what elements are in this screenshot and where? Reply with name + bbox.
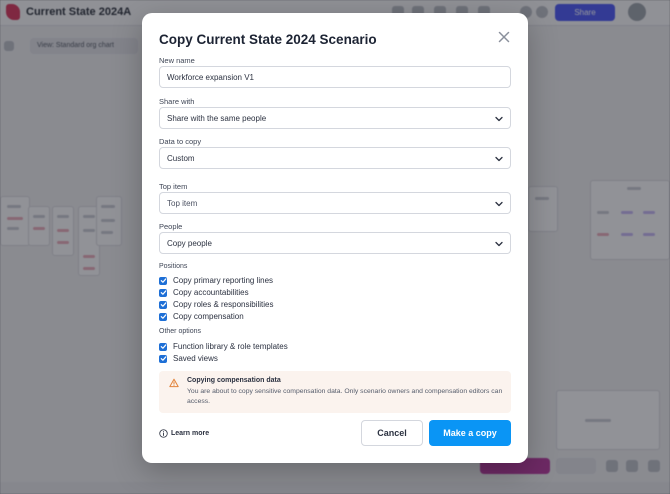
top-item-placeholder: Top item xyxy=(167,199,198,208)
learn-more-label: Learn more xyxy=(171,429,210,437)
new-name-input[interactable] xyxy=(160,67,510,87)
dialog-title: Copy Current State 2024 Scenario xyxy=(159,32,377,47)
chevron-down-icon xyxy=(494,154,504,164)
check-icon xyxy=(160,290,166,295)
copy-primary-reporting-lines-option[interactable]: Copy primary reporting lines xyxy=(159,275,273,286)
checkbox-checked[interactable] xyxy=(159,300,167,309)
top-item-select[interactable]: Top item xyxy=(159,192,511,214)
check-icon xyxy=(160,314,166,319)
share-with-select[interactable]: Share with the same people xyxy=(159,107,511,129)
people-value: Copy people xyxy=(167,239,212,248)
copy-roles-responsibilities-option[interactable]: Copy roles & responsibilities xyxy=(159,299,274,310)
new-name-field[interactable] xyxy=(159,66,511,88)
data-to-copy-select[interactable]: Custom xyxy=(159,147,511,169)
check-icon xyxy=(160,356,166,361)
check-icon xyxy=(160,344,166,349)
new-name-label: New name xyxy=(159,56,195,65)
info-circle-icon xyxy=(159,428,168,438)
other-options-label: Other options xyxy=(159,328,202,335)
checkbox-checked[interactable] xyxy=(159,312,167,321)
option-label: Copy accountabilities xyxy=(173,288,249,297)
option-label: Copy compensation xyxy=(173,312,244,321)
copy-accountabilities-option[interactable]: Copy accountabilities xyxy=(159,287,249,298)
data-to-copy-label: Data to copy xyxy=(159,137,202,146)
people-select[interactable]: Copy people xyxy=(159,232,511,254)
cancel-button[interactable]: Cancel xyxy=(361,420,423,446)
check-icon xyxy=(160,278,166,283)
learn-more-link[interactable]: Learn more xyxy=(159,427,209,439)
top-item-label: Top item xyxy=(159,182,188,191)
positions-label: Positions xyxy=(159,263,188,270)
checkbox-checked[interactable] xyxy=(159,276,167,285)
checkbox-checked[interactable] xyxy=(159,288,167,297)
chevron-down-icon xyxy=(494,114,504,124)
people-label: People xyxy=(159,222,183,231)
copy-scenario-dialog: Copy Current State 2024 Scenario New nam… xyxy=(142,13,528,463)
close-icon xyxy=(498,31,510,43)
copy-compensation-option[interactable]: Copy compensation xyxy=(159,311,244,322)
share-with-value: Share with the same people xyxy=(167,114,267,123)
warning-triangle-icon xyxy=(169,378,179,388)
checkbox-checked[interactable] xyxy=(159,342,167,351)
option-label: Function library & role templates xyxy=(173,342,288,351)
option-label: Saved views xyxy=(173,354,218,363)
share-with-label: Share with xyxy=(159,97,195,106)
check-icon xyxy=(160,302,166,307)
checkbox-checked[interactable] xyxy=(159,354,167,363)
close-button[interactable] xyxy=(496,29,512,45)
data-to-copy-value: Custom xyxy=(167,154,195,163)
compensation-warning: Copying compensation data You are about … xyxy=(159,371,511,413)
chevron-down-icon xyxy=(494,239,504,249)
function-library-option[interactable]: Function library & role templates xyxy=(159,341,288,352)
option-label: Copy primary reporting lines xyxy=(173,276,274,285)
chevron-down-icon xyxy=(494,199,504,209)
saved-views-option[interactable]: Saved views xyxy=(159,353,218,364)
make-a-copy-button[interactable]: Make a copy xyxy=(429,420,511,446)
warning-text: You are about to copy sensitive compensa… xyxy=(187,388,503,405)
option-label: Copy roles & responsibilities xyxy=(173,300,274,309)
warning-title: Copying compensation data xyxy=(187,377,281,384)
